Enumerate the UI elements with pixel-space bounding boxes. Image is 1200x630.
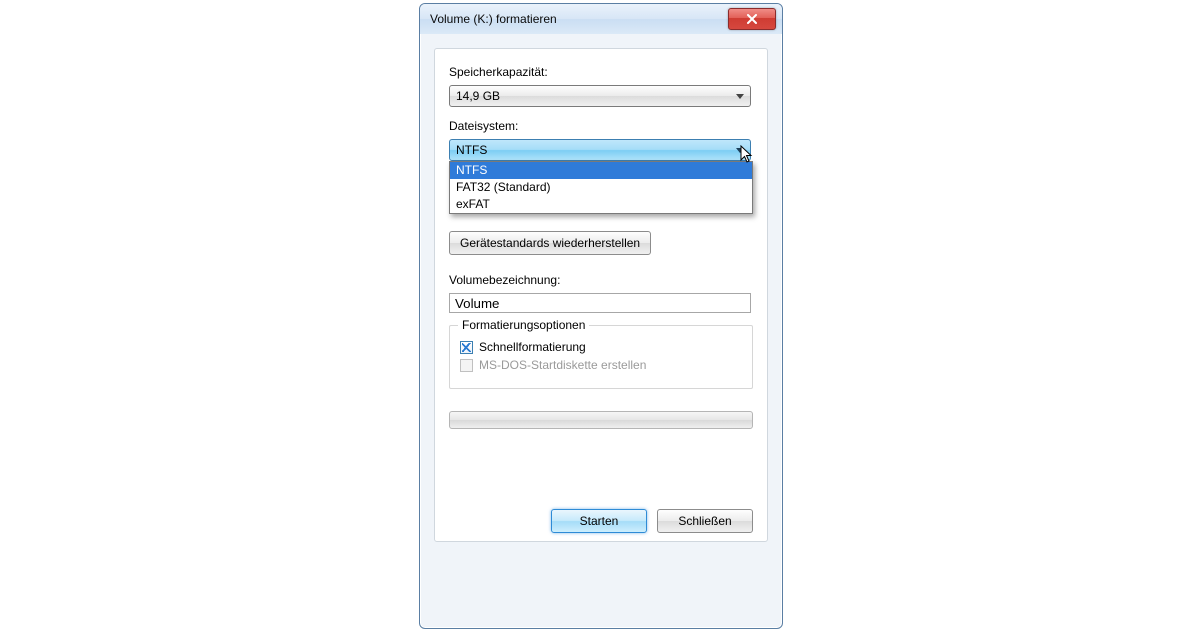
volume-label-caption: Volumebezeichnung:	[449, 273, 753, 287]
chevron-down-icon	[736, 94, 744, 99]
start-button[interactable]: Starten	[551, 509, 647, 533]
filesystem-dropdown: NTFS FAT32 (Standard) exFAT	[449, 161, 753, 214]
filesystem-option-exfat[interactable]: exFAT	[450, 196, 752, 213]
filesystem-option-fat32[interactable]: FAT32 (Standard)	[450, 179, 752, 196]
titlebar[interactable]: Volume (K:) formatieren	[420, 4, 782, 34]
capacity-value: 14,9 GB	[456, 89, 500, 103]
close-window-button[interactable]	[728, 8, 776, 30]
filesystem-value: NTFS	[456, 143, 487, 157]
format-options-title: Formatierungsoptionen	[458, 318, 589, 332]
capacity-combobox[interactable]: 14,9 GB	[449, 85, 751, 107]
checkbox-icon	[460, 341, 473, 354]
checkbox-icon	[460, 359, 473, 372]
restore-defaults-button[interactable]: Gerätestandards wiederherstellen	[449, 231, 651, 255]
progress-bar	[449, 411, 753, 429]
format-dialog: Volume (K:) formatieren Speicherkapazitä…	[419, 3, 783, 629]
quick-format-checkbox[interactable]: Schnellformatierung	[460, 340, 742, 354]
filesystem-label: Dateisystem:	[449, 119, 753, 133]
capacity-label: Speicherkapazität:	[449, 65, 753, 79]
volume-label-input[interactable]	[449, 293, 751, 313]
close-icon	[746, 14, 758, 24]
msdos-boot-checkbox: MS-DOS-Startdiskette erstellen	[460, 358, 742, 372]
filesystem-combobox[interactable]: NTFS NTFS FAT32 (Standard) exFAT	[449, 139, 751, 161]
window-title: Volume (K:) formatieren	[430, 12, 728, 26]
filesystem-option-ntfs[interactable]: NTFS	[450, 162, 752, 179]
chevron-down-icon	[736, 148, 744, 153]
format-options-group: Formatierungsoptionen Schnellformatierun…	[449, 325, 753, 389]
client-area: Speicherkapazität: 14,9 GB Dateisystem: …	[434, 48, 768, 542]
close-button[interactable]: Schließen	[657, 509, 753, 533]
